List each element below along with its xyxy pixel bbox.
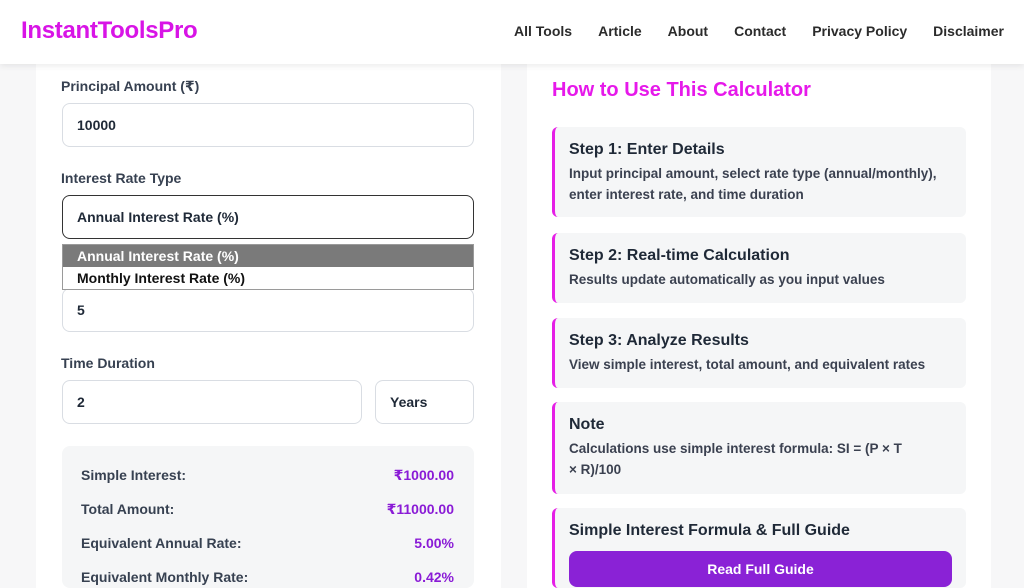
- guide-note: Note Calculations use simple interest fo…: [552, 402, 966, 494]
- nav-contact[interactable]: Contact: [734, 23, 786, 39]
- rate-type-label: Interest Rate Type: [61, 170, 182, 186]
- result-label: Equivalent Annual Rate:: [81, 535, 242, 551]
- result-label: Equivalent Monthly Rate:: [81, 569, 249, 585]
- result-label: Simple Interest:: [81, 467, 187, 483]
- time-duration-label: Time Duration: [61, 355, 155, 371]
- step-title: Note: [569, 416, 605, 433]
- step-text: Results update automatically as you inpu…: [569, 272, 885, 287]
- nav-about[interactable]: About: [668, 23, 708, 39]
- rate-option-annual[interactable]: Annual Interest Rate (%): [63, 245, 473, 267]
- result-label: Total Amount:: [81, 501, 175, 517]
- step-text: View simple interest, total amount, and …: [569, 357, 926, 372]
- result-value: ₹11000.00: [386, 501, 454, 517]
- site-logo[interactable]: InstantToolsPro: [21, 17, 198, 45]
- result-annual-rate: Equivalent Annual Rate: 5.00%: [81, 535, 454, 551]
- result-simple-interest: Simple Interest: ₹1000.00: [81, 467, 454, 484]
- site-header: InstantToolsPro All Tools Article About …: [0, 0, 1024, 64]
- step-text: Input principal amount, select rate type…: [569, 166, 937, 202]
- rate-type-select[interactable]: Annual Interest Rate (%): [62, 195, 474, 239]
- step-title: Step 3: Analyze Results: [569, 332, 749, 349]
- step-title: Step 1: Enter Details: [569, 141, 725, 158]
- guide-step-2: Step 2: Real-time Calculation Results up…: [552, 233, 966, 303]
- rate-option-monthly[interactable]: Monthly Interest Rate (%): [63, 267, 473, 289]
- step-text: Calculations use simple interest formula…: [569, 441, 902, 477]
- nav-all-tools[interactable]: All Tools: [514, 23, 572, 39]
- principal-label: Principal Amount (₹): [61, 78, 200, 94]
- main-nav: All Tools Article About Contact Privacy …: [514, 23, 1004, 39]
- nav-privacy-policy[interactable]: Privacy Policy: [812, 23, 907, 39]
- guide-step-1: Step 1: Enter Details Input principal am…: [552, 127, 966, 217]
- guide-step-3: Step 3: Analyze Results View simple inte…: [552, 318, 966, 388]
- nav-disclaimer[interactable]: Disclaimer: [933, 23, 1004, 39]
- principal-input[interactable]: 10000: [62, 103, 474, 147]
- step-title: Step 2: Real-time Calculation: [569, 247, 790, 264]
- step-title: Simple Interest Formula & Full Guide: [569, 522, 850, 539]
- result-monthly-rate: Equivalent Monthly Rate: 0.42%: [81, 569, 454, 585]
- result-value: 5.00%: [414, 535, 454, 551]
- result-value: ₹1000.00: [393, 467, 454, 483]
- guide-title: How to Use This Calculator: [552, 79, 811, 101]
- result-value: 0.42%: [414, 569, 454, 585]
- read-full-guide-button[interactable]: Read Full Guide: [569, 551, 952, 587]
- results-panel: Simple Interest: ₹1000.00 Total Amount: …: [62, 446, 474, 588]
- nav-article[interactable]: Article: [598, 23, 642, 39]
- result-total-amount: Total Amount: ₹11000.00: [81, 501, 454, 518]
- time-duration-input[interactable]: 2: [62, 380, 362, 424]
- interest-rate-input[interactable]: 5: [62, 288, 474, 332]
- time-unit-select[interactable]: Years: [375, 380, 474, 424]
- rate-type-dropdown: Annual Interest Rate (%) Monthly Interes…: [62, 244, 474, 290]
